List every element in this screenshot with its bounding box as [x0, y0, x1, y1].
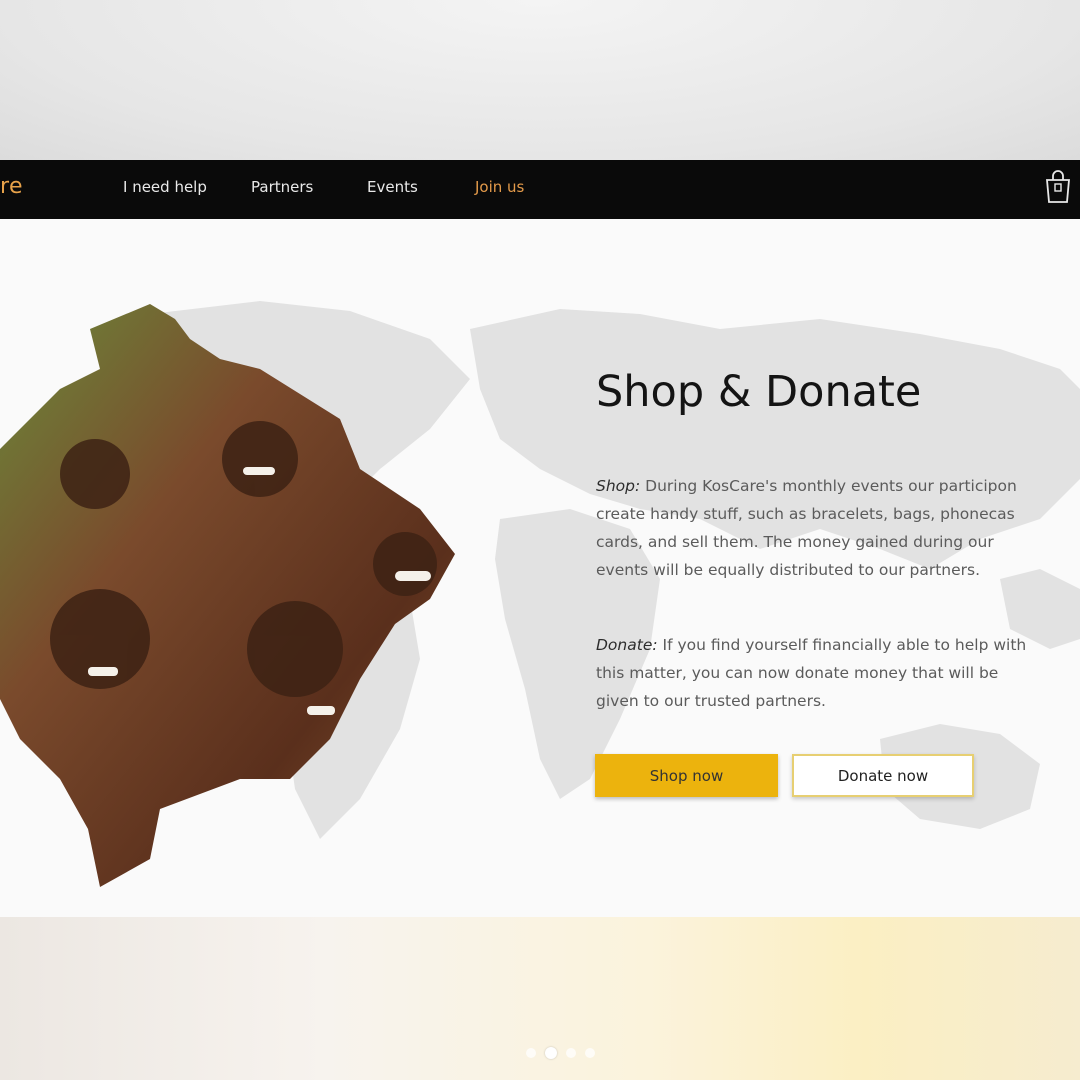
shop-now-button[interactable]: Shop now — [595, 754, 778, 797]
donate-description: Donate: If you find yourself financially… — [596, 631, 1080, 715]
logo[interactable]: re — [0, 174, 23, 199]
carousel-dot[interactable] — [545, 1047, 557, 1059]
carousel-dot[interactable] — [526, 1048, 536, 1058]
nav-item-partners[interactable]: Partners — [251, 178, 313, 196]
shop-label: Shop: — [596, 477, 641, 495]
donate-label: Donate: — [596, 636, 658, 654]
navbar: re I need help Partners Events Join us — [0, 160, 1080, 219]
shop-text: During KosCare's monthly events our part… — [596, 477, 1017, 579]
nav-item-events[interactable]: Events — [367, 178, 418, 196]
carousel-dot[interactable] — [566, 1048, 576, 1058]
carousel-indicators — [526, 1046, 595, 1060]
nav-item-join-us[interactable]: Join us — [475, 178, 524, 196]
donate-now-button[interactable]: Donate now — [792, 754, 974, 797]
shopping-bag-icon[interactable] — [1044, 168, 1072, 206]
children-photo-shape — [0, 304, 455, 887]
shop-description: Shop: During KosCare's monthly events ou… — [596, 472, 1080, 584]
nav-item-i-need-help[interactable]: I need help — [123, 178, 207, 196]
hero-section: Shop & Donate Shop: During KosCare's mon… — [0, 219, 1080, 917]
donate-text: If you find yourself financially able to… — [596, 636, 1027, 710]
top-frame-backdrop — [0, 0, 1080, 160]
page-title: Shop & Donate — [596, 367, 922, 417]
carousel-dot[interactable] — [585, 1048, 595, 1058]
